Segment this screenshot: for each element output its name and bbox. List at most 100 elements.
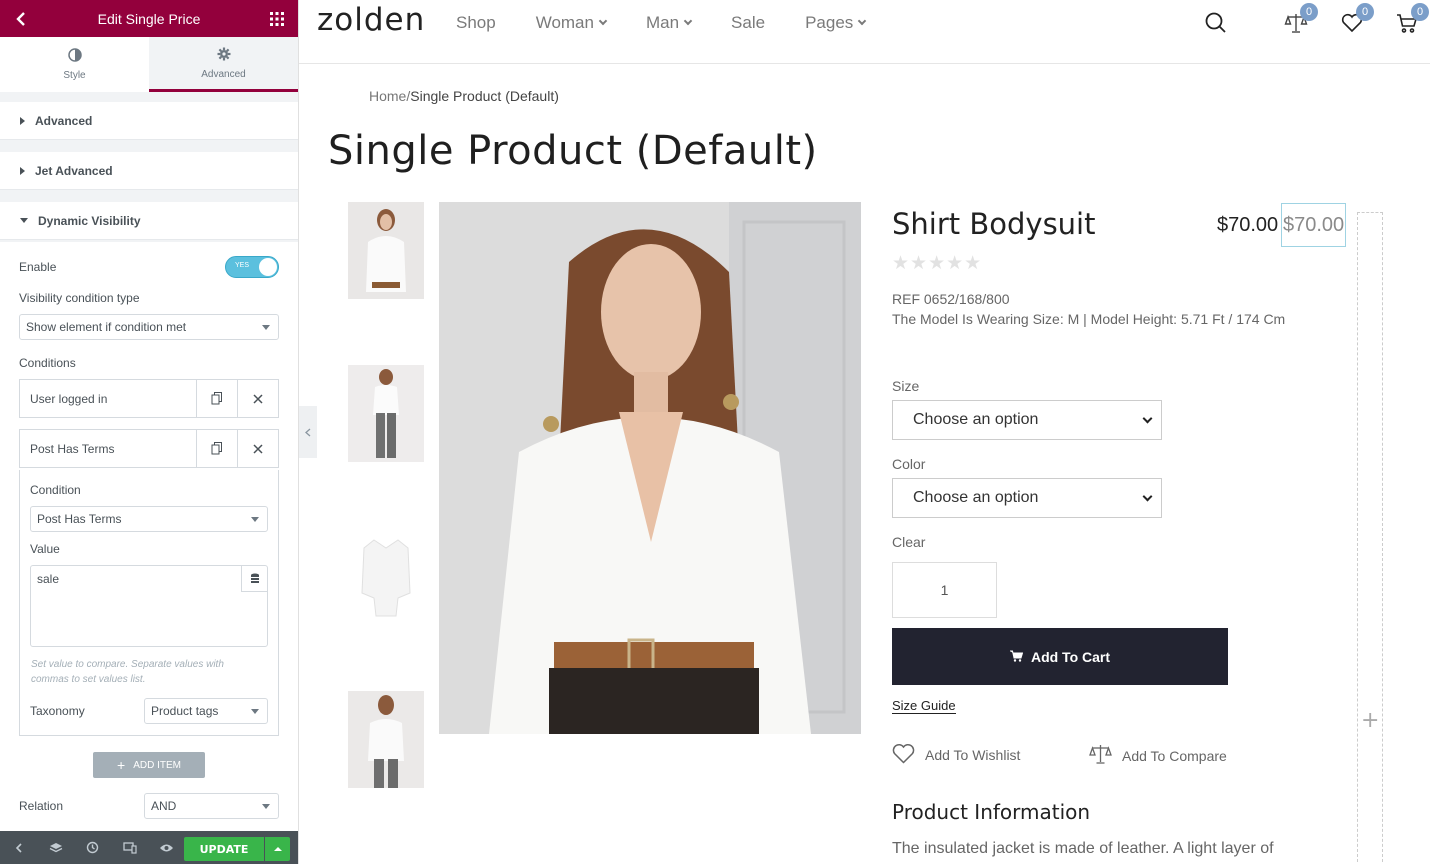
condition-item-user-logged-in[interactable]: User logged in	[19, 379, 279, 418]
add-to-wishlist-button[interactable]: Add To Wishlist	[892, 743, 1020, 767]
site-header: zolden Shop Woman Man Sale Pages 0 0 0	[299, 0, 1430, 64]
size-guide-link[interactable]: Size Guide	[892, 698, 956, 714]
heart-icon	[892, 743, 915, 767]
contrast-icon	[67, 48, 82, 65]
visibility-type-label: Visibility condition type	[19, 291, 140, 305]
section-advanced-label: Advanced	[35, 113, 93, 128]
visibility-type-select[interactable]: Show element if condition met	[19, 314, 279, 340]
nav-label: Shop	[456, 13, 496, 32]
cart-count-badge: 0	[1411, 3, 1429, 21]
section-jet-advanced-label: Jet Advanced	[35, 163, 113, 178]
panel-title: Edit Single Price	[97, 10, 201, 27]
product-thumbnail[interactable]	[348, 691, 424, 788]
panel-tabs: Style Advanced	[0, 37, 298, 92]
breadcrumb-home[interactable]: Home	[369, 88, 406, 104]
caret-right-icon	[20, 116, 25, 125]
editor-panel: Edit Single Price Style Advanced Advance…	[0, 0, 299, 864]
breadcrumb-current: Single Product (Default)	[410, 88, 559, 104]
site-preview: zolden Shop Woman Man Sale Pages 0 0 0 H…	[299, 0, 1430, 864]
update-button[interactable]: UPDATE	[184, 837, 264, 861]
layers-icon[interactable]	[37, 831, 74, 864]
preview-eye-icon[interactable]	[148, 831, 185, 864]
chevron-down-icon	[598, 16, 608, 26]
chevron-down-icon	[683, 16, 693, 26]
duplicate-icon[interactable]	[196, 430, 237, 467]
history-icon[interactable]	[74, 831, 111, 864]
compare-scale-icon[interactable]: 0	[1284, 3, 1318, 35]
size-label: Size	[892, 378, 920, 394]
value-label: Value	[30, 542, 60, 556]
section-jet-advanced[interactable]: Jet Advanced	[0, 152, 298, 190]
product-thumbnail[interactable]	[348, 202, 424, 299]
plus-icon: +	[117, 757, 126, 773]
toggle-text: YES	[235, 262, 250, 269]
enable-toggle[interactable]: YES	[225, 256, 279, 278]
taxonomy-select[interactable]: Product tags	[144, 698, 268, 724]
section-dynamic-visibility[interactable]: Dynamic Visibility	[0, 202, 298, 240]
condition-item-post-has-terms[interactable]: Post Has Terms	[19, 429, 279, 468]
back-arrow-icon[interactable]	[12, 10, 30, 28]
chevron-down-icon	[1142, 491, 1153, 502]
section-advanced[interactable]: Advanced	[0, 102, 298, 140]
add-to-compare-button[interactable]: Add To Compare	[1089, 743, 1227, 768]
condition-item-title: Post Has Terms	[30, 441, 115, 456]
nav-item-man[interactable]: Man	[645, 13, 693, 33]
section-dynamic-visibility-label: Dynamic Visibility	[38, 213, 141, 228]
product-title: Shirt Bodysuit	[892, 207, 1096, 241]
search-icon[interactable]	[1204, 11, 1228, 35]
compare-scale-icon	[1089, 743, 1112, 768]
relation-select[interactable]: AND	[144, 793, 279, 819]
condition-select[interactable]: Post Has Terms	[30, 506, 268, 532]
value-textarea[interactable]: sale	[30, 565, 268, 647]
taxonomy-label: Taxonomy	[30, 704, 85, 718]
breadcrumb: Home/Single Product (Default)	[369, 88, 559, 104]
toggle-knob	[259, 258, 277, 276]
product-thumbnail[interactable]	[348, 528, 424, 625]
product-main-image[interactable]	[439, 202, 861, 734]
database-icon[interactable]	[241, 566, 267, 592]
panel-footer: UPDATE	[0, 831, 298, 864]
add-to-cart-button[interactable]: Add To Cart	[892, 628, 1228, 685]
compare-count-badge: 0	[1300, 3, 1318, 21]
model-info: The Model Is Wearing Size: M | Model Hei…	[892, 311, 1286, 327]
tab-advanced[interactable]: Advanced	[149, 37, 298, 92]
add-to-cart-label: Add To Cart	[1030, 648, 1111, 665]
color-select[interactable]: Choose an option	[892, 478, 1162, 518]
color-select-value: Choose an option	[913, 489, 1039, 506]
add-widget-plus-icon[interactable]: +	[1361, 708, 1379, 733]
nav-item-pages[interactable]: Pages	[805, 13, 867, 33]
caret-right-icon	[20, 166, 25, 175]
nav-label: Man	[645, 13, 680, 32]
close-icon[interactable]	[237, 430, 278, 467]
nav-item-sale[interactable]: Sale	[731, 13, 765, 33]
widgets-grid-icon[interactable]	[268, 10, 286, 28]
nav-item-woman[interactable]: Woman	[536, 13, 608, 33]
clear-link[interactable]: Clear	[892, 534, 925, 550]
chevron-down-icon	[1142, 413, 1153, 424]
add-item-button[interactable]: + ADD ITEM	[93, 752, 205, 778]
quantity-input[interactable]: 1	[892, 562, 997, 618]
rating-stars: ★★★★★	[892, 252, 983, 274]
color-label: Color	[892, 456, 926, 472]
collapse-panel-icon[interactable]	[0, 831, 37, 864]
nav-label: Pages	[805, 13, 854, 32]
selected-price-widget[interactable]: $70.00	[1281, 203, 1347, 247]
size-select[interactable]: Choose an option	[892, 400, 1162, 440]
collapse-panel-tab[interactable]	[299, 406, 317, 458]
update-options-caret-icon[interactable]	[265, 837, 290, 861]
cart-icon[interactable]: 0	[1395, 3, 1429, 35]
tab-style[interactable]: Style	[0, 37, 149, 92]
dynamic-visibility-body: Enable YES Visibility condition type Sho…	[0, 242, 298, 832]
duplicate-icon[interactable]	[196, 380, 237, 417]
wishlist-heart-icon[interactable]: 0	[1340, 3, 1374, 35]
main-nav: Shop Woman Man Sale Pages	[456, 13, 905, 33]
relation-label: Relation	[19, 799, 64, 813]
page-title: Single Product (Default)	[328, 128, 818, 174]
product-information-heading: Product Information	[892, 800, 1091, 824]
close-icon[interactable]	[237, 380, 278, 417]
responsive-icon[interactable]	[111, 831, 148, 864]
site-logo[interactable]: zolden	[317, 2, 425, 38]
product-thumbnail[interactable]	[348, 365, 424, 462]
nav-item-shop[interactable]: Shop	[456, 13, 496, 33]
empty-column-placeholder	[1357, 212, 1383, 864]
